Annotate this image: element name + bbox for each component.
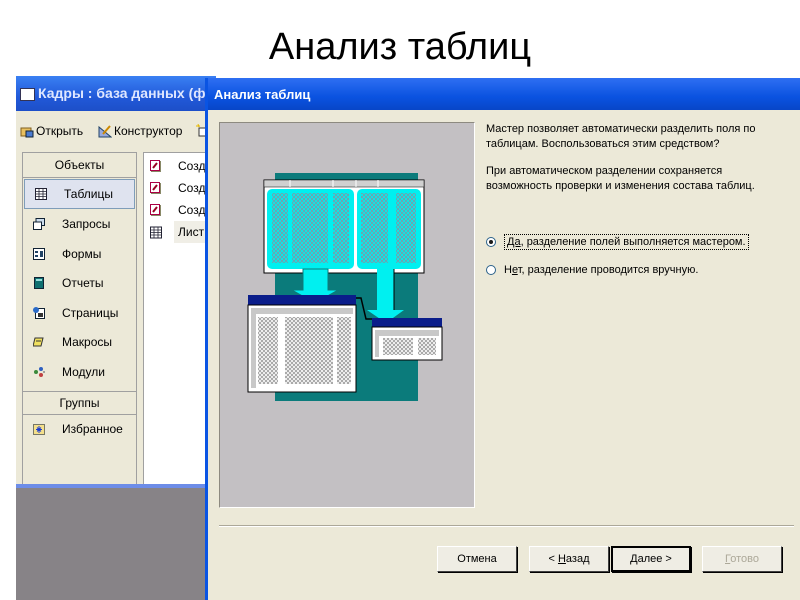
wizard-icon: [150, 159, 161, 172]
form-icon: [33, 247, 45, 260]
design-button[interactable]: Конструктор: [98, 124, 182, 138]
design-label: Конструктор: [114, 124, 183, 138]
object-modules[interactable]: Модули: [23, 357, 136, 387]
object-label: Макросы: [62, 335, 113, 350]
option-manual-split[interactable]: Нет, разделение проводится вручную.: [486, 264, 698, 276]
finish-label: отово: [730, 553, 759, 565]
database-window-title: Кадры : база данных (фо: [38, 85, 214, 101]
open-icon: [20, 127, 34, 137]
open-button[interactable]: Открыть: [20, 124, 83, 138]
object-forms[interactable]: Формы: [23, 239, 136, 269]
cancel-button[interactable]: Отмена: [437, 546, 517, 572]
hotkey-text: Да: [507, 236, 521, 248]
database-icon: [20, 88, 35, 101]
object-label: Модули: [62, 364, 105, 379]
option-text: т, разделение проводится вручную.: [517, 264, 699, 276]
object-label: Формы: [62, 246, 102, 261]
favorites-icon: [33, 424, 45, 436]
next-label: алее >: [637, 553, 672, 565]
report-icon: [34, 277, 44, 290]
radio-manual-split[interactable]: [486, 265, 496, 275]
object-queries[interactable]: Запросы: [23, 210, 136, 240]
workspace-background: [16, 488, 216, 600]
list-item-label: Созд: [178, 159, 206, 173]
back-prefix: <: [548, 553, 558, 565]
object-label: Таблицы: [64, 186, 114, 201]
hotkey-text: Д: [630, 553, 638, 565]
option-auto-split[interactable]: Да, разделение полей выполняется мастеро…: [486, 234, 749, 250]
table-icon: [35, 187, 47, 200]
module-icon: [34, 366, 45, 377]
back-label: азад: [565, 553, 590, 565]
radio-auto-split[interactable]: [486, 237, 496, 247]
table-analyzer-dialog: Анализ таблиц Мастер позволяет автоматич…: [205, 78, 800, 600]
wizard-description: Мастер позволяет автоматически разделить…: [486, 122, 791, 206]
option-auto-split-label: Да, разделение полей выполняется мастеро…: [504, 234, 749, 250]
wizard-icon: [150, 181, 161, 194]
group-favorites[interactable]: Избранное: [23, 415, 136, 445]
next-button[interactable]: Далее >: [611, 546, 691, 572]
page-icon: [33, 306, 45, 319]
description-paragraph-1: Мастер позволяет автоматически разделить…: [486, 123, 756, 150]
objects-bar: Объекты Таблицы Запросы Формы Отчеты Стр…: [22, 152, 137, 509]
dialog-title: Анализ таблиц: [208, 78, 800, 110]
hotkey-text: Н: [557, 553, 566, 565]
object-label: Страницы: [62, 305, 119, 320]
wizard-illustration: [219, 122, 475, 508]
database-window-titlebar: Кадры : база данных (фо: [16, 76, 216, 111]
button-separator: [219, 525, 794, 527]
split-tables-diagram: [247, 173, 443, 401]
back-button[interactable]: < Назад: [529, 546, 609, 572]
open-label: Открыть: [36, 124, 84, 138]
finish-button[interactable]: Готово: [702, 546, 782, 572]
option-text: Н: [504, 264, 512, 276]
object-macros[interactable]: Макросы: [23, 328, 136, 358]
object-pages[interactable]: Страницы: [23, 298, 136, 328]
option-text: , разделение полей выполняется мастером.: [520, 236, 746, 248]
wizard-icon: [150, 203, 161, 216]
object-label: Запросы: [62, 217, 111, 232]
source-table: [263, 179, 425, 274]
table-icon: [150, 226, 162, 238]
result-table-2: [371, 318, 443, 361]
macro-icon: [33, 337, 44, 347]
object-reports[interactable]: Отчеты: [23, 269, 136, 299]
result-table-1: [247, 295, 372, 393]
list-item-label: Лист: [178, 225, 205, 239]
description-paragraph-2: При автоматическом разделении сохраняетс…: [486, 165, 755, 192]
option-manual-split-label: Нет, разделение проводится вручную.: [504, 264, 698, 276]
database-window: Кадры : база данных (фо Открыть Конструк…: [16, 76, 218, 600]
object-tables[interactable]: Таблицы: [24, 179, 135, 209]
objects-header[interactable]: Объекты: [23, 153, 136, 178]
list-item-label: Созд: [178, 181, 206, 195]
slide-title: Анализ таблиц: [268, 26, 532, 68]
list-item-label: Созд: [178, 203, 206, 217]
database-toolbar: Открыть Конструктор: [16, 120, 216, 146]
object-label: Отчеты: [62, 276, 104, 291]
query-icon: [33, 218, 45, 231]
design-icon: [98, 124, 112, 137]
object-label: Избранное: [62, 422, 123, 437]
groups-header[interactable]: Группы: [23, 390, 136, 415]
